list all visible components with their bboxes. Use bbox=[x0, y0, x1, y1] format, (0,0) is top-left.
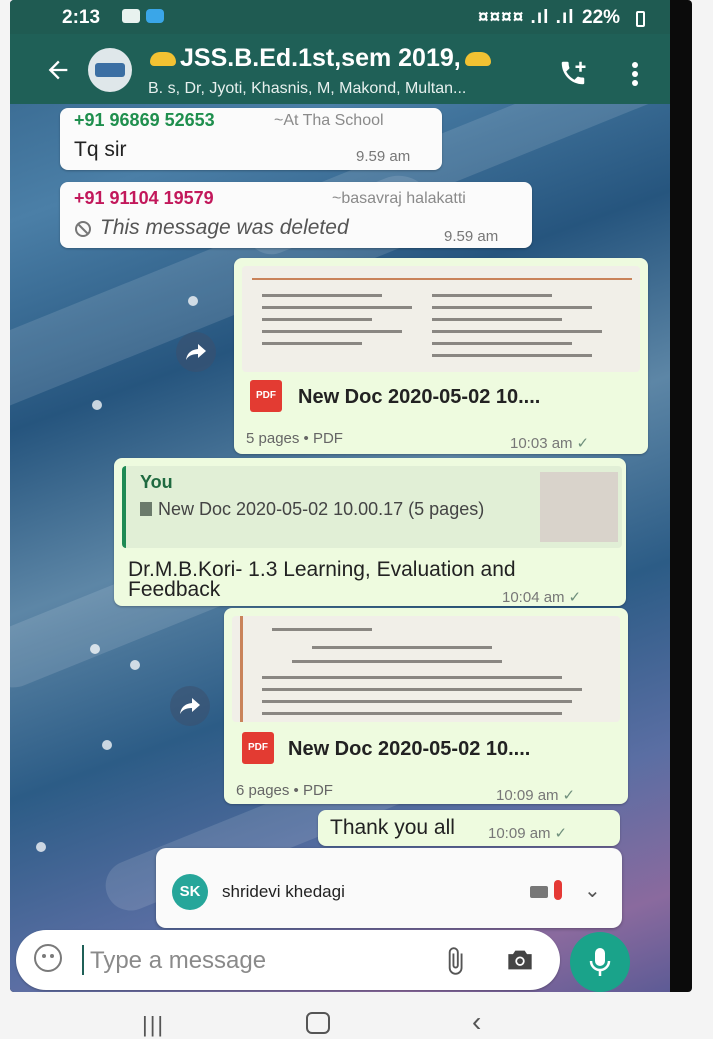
message-text-line2: Feedback bbox=[128, 578, 221, 601]
system-nav-bar: ||| ‹ bbox=[0, 992, 713, 1039]
deleted-message-text: This message was deleted bbox=[100, 216, 349, 239]
forward-icon bbox=[180, 698, 200, 714]
message-time: 10:04 am ✓ bbox=[502, 589, 582, 606]
recent-apps-icon[interactable]: ||| bbox=[142, 1012, 165, 1038]
message-time: 9.59 am bbox=[356, 148, 411, 165]
document-meta: 6 pages • PDF bbox=[236, 782, 333, 799]
sender-phone[interactable]: +91 91104 19579 bbox=[74, 188, 214, 209]
signal-indicator: ¤¤¤¤ .ıl .ıl bbox=[478, 7, 575, 28]
quoted-message[interactable]: You New Doc 2020-05-02 10.00.17 (5 pages… bbox=[122, 466, 622, 548]
pdf-icon: PDF bbox=[250, 380, 282, 412]
back-arrow-icon[interactable] bbox=[44, 56, 72, 84]
more-vert-icon[interactable] bbox=[632, 62, 638, 86]
text-cursor bbox=[82, 945, 84, 975]
group-avatar[interactable] bbox=[88, 48, 132, 92]
ongoing-call-bar[interactable]: SK shridevi khedagi ⌄ bbox=[156, 848, 622, 928]
home-icon[interactable] bbox=[306, 1012, 330, 1034]
battery-icon bbox=[636, 11, 645, 27]
wallpaper-dot bbox=[188, 296, 198, 306]
chat-header: JSS.B.Ed.1st,sem 2019, B. s, Dr, Jyoti, … bbox=[10, 34, 670, 104]
message-input[interactable] bbox=[88, 942, 422, 980]
app-icon bbox=[146, 9, 164, 23]
status-time: 2:13 bbox=[62, 7, 101, 28]
sender-phone[interactable]: +91 96869 52653 bbox=[74, 110, 215, 131]
mic-muted-icon[interactable] bbox=[554, 880, 562, 900]
video-camera-icon[interactable] bbox=[530, 886, 548, 898]
message-bubble[interactable]: +91 91104 19579 ~basavraj halakatti This… bbox=[60, 182, 532, 248]
wallpaper-dot bbox=[90, 644, 100, 654]
document-preview[interactable] bbox=[232, 616, 620, 722]
add-call-icon[interactable] bbox=[558, 58, 588, 88]
message-icon bbox=[122, 9, 140, 23]
wallpaper-dot bbox=[92, 400, 102, 410]
message-text: Tq sir bbox=[74, 138, 127, 161]
paperclip-icon[interactable] bbox=[440, 946, 470, 976]
document-message[interactable]: PDF New Doc 2020-05-02 10.... 5 pages • … bbox=[234, 258, 648, 454]
notification-icons bbox=[122, 9, 164, 23]
quote-text: New Doc 2020-05-02 10.00.17 (5 pages) bbox=[140, 498, 490, 520]
message-bubble[interactable]: Thank you all 10:09 am ✓ bbox=[318, 810, 620, 846]
document-message[interactable]: PDF New Doc 2020-05-02 10.... 6 pages • … bbox=[224, 608, 628, 804]
sender-name: ~At Tha School bbox=[274, 112, 384, 129]
chat-title[interactable]: JSS.B.Ed.1st,sem 2019, bbox=[146, 44, 495, 73]
message-bubble[interactable]: +91 96869 52653 ~At Tha School Tq sir 9.… bbox=[60, 108, 442, 170]
nav-back-icon[interactable]: ‹ bbox=[472, 1006, 481, 1038]
quote-author: You bbox=[140, 472, 173, 492]
chat-screen: 2:13 ¤¤¤¤ .ıl .ıl 22% JSS.B.Ed.1st,sem 2… bbox=[10, 0, 670, 992]
pdf-icon: PDF bbox=[242, 732, 274, 764]
blocked-icon bbox=[75, 221, 91, 237]
wallpaper-dot bbox=[36, 842, 46, 852]
sender-name: ~basavraj halakatti bbox=[332, 190, 466, 207]
emoji-icon[interactable] bbox=[34, 944, 62, 972]
document-preview[interactable] bbox=[242, 266, 640, 372]
quote-thumbnail bbox=[540, 472, 618, 542]
forward-button[interactable] bbox=[170, 686, 210, 726]
forward-button[interactable] bbox=[176, 332, 216, 372]
message-time: 10:03 am ✓ bbox=[510, 435, 590, 452]
message-time: 9.59 am bbox=[444, 228, 499, 245]
group-members[interactable]: B. s, Dr, Jyoti, Khasnis, M, Makond, Mul… bbox=[148, 80, 466, 98]
phone-frame: 2:13 ¤¤¤¤ .ıl .ıl 22% JSS.B.Ed.1st,sem 2… bbox=[10, 0, 692, 992]
message-time: 10:09 am ✓ bbox=[496, 787, 576, 804]
document-name[interactable]: New Doc 2020-05-02 10.... bbox=[298, 386, 540, 409]
caller-name: shridevi khedagi bbox=[222, 882, 345, 901]
expand-icon[interactable]: ⌄ bbox=[584, 878, 601, 903]
mic-icon bbox=[589, 948, 611, 976]
message-text: Thank you all bbox=[330, 816, 455, 839]
message-time: 10:09 am ✓ bbox=[488, 825, 568, 842]
reply-message[interactable]: You New Doc 2020-05-02 10.00.17 (5 pages… bbox=[114, 458, 626, 606]
battery-level: 22% bbox=[582, 7, 621, 28]
writing-hand-emoji-icon bbox=[464, 52, 491, 67]
message-composer bbox=[16, 930, 560, 990]
caller-avatar: SK bbox=[172, 874, 208, 910]
forward-icon bbox=[186, 344, 206, 360]
camera-icon[interactable] bbox=[506, 948, 534, 972]
document-name[interactable]: New Doc 2020-05-02 10.... bbox=[288, 738, 530, 761]
writing-hand-emoji-icon bbox=[150, 52, 176, 67]
document-icon bbox=[140, 502, 152, 516]
wallpaper-dot bbox=[130, 660, 140, 670]
voice-record-button[interactable] bbox=[570, 932, 630, 992]
wallpaper-dot bbox=[102, 740, 112, 750]
status-bar: 2:13 ¤¤¤¤ .ıl .ıl 22% bbox=[10, 0, 670, 34]
document-meta: 5 pages • PDF bbox=[246, 430, 343, 447]
